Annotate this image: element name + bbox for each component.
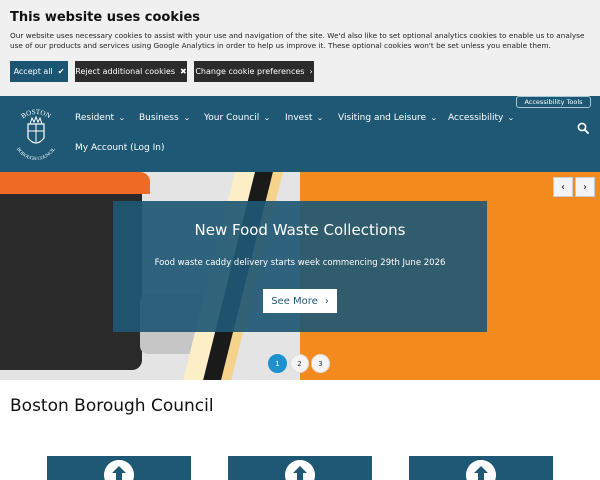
service-tile[interactable] [228,456,372,480]
service-tile[interactable] [47,456,191,480]
carousel-dot-2[interactable]: 2 [290,354,309,373]
hero-caption-box: New Food Waste Collections Food waste ca… [113,201,487,332]
see-more-button[interactable]: See More › [263,289,337,313]
nav-item-your-council[interactable]: Your Council ⌄ [204,111,271,125]
chevron-right-icon: › [583,181,587,193]
nav-item-business[interactable]: Business ⌄ [139,111,190,125]
reject-cookies-button[interactable]: Reject additional cookies ✖ [75,61,187,82]
arrow-up-circle-icon [466,460,496,480]
nav-item-invest[interactable]: Invest ⌄ [285,111,325,125]
council-logo[interactable]: BOSTON BOROUGH COUNCIL [10,106,62,164]
logo-text-bottom: BOROUGH COUNCIL [15,147,57,162]
close-circle-icon: ✖ [180,67,187,76]
cookie-title: This website uses cookies [10,10,201,25]
carousel-next-button[interactable]: › [575,177,595,197]
cookie-text: Our website uses necessary cookies to as… [10,31,585,50]
service-tile[interactable] [409,456,553,480]
nav-item-label: Your Council [204,113,260,123]
my-account-link[interactable]: My Account (Log In) [75,143,164,153]
chevron-down-icon: ⌄ [316,114,325,122]
arrow-up-circle-icon [285,460,315,480]
chevron-down-icon: ⌄ [430,114,438,122]
accept-all-label: Accept all [13,67,53,76]
reject-cookies-label: Reject additional cookies [75,67,176,76]
caddy-lid-image [0,172,150,194]
cookie-banner: This website uses cookies Our website us… [0,0,600,96]
arrow-up-circle-icon [104,460,134,480]
nav-item-label: Visiting and Leisure [338,113,427,123]
chevron-down-icon: ⌄ [182,114,191,122]
hero-subtitle: Food waste caddy delivery starts week co… [154,258,446,268]
page-title: Boston Borough Council [10,396,214,416]
nav-item-label: Business [139,113,179,123]
chevron-down-icon: ⌄ [118,114,126,122]
change-cookie-preferences-label: Change cookie preferences [195,67,305,76]
site-header: BOSTON BOROUGH COUNCIL Accessibility Too… [0,96,600,172]
carousel-dot-1[interactable]: 1 [268,354,287,373]
nav-item-label: Invest [285,113,313,123]
see-more-label: See More [271,295,318,307]
carousel-dot-3[interactable]: 3 [311,354,330,373]
checkmark-icon: ✔ [57,67,65,76]
nav-item-resident[interactable]: Resident ⌄ [75,111,126,125]
chevron-down-icon: ⌄ [263,114,271,122]
carousel-prev-button[interactable]: ‹ [553,177,573,197]
nav-item-label: Resident [75,113,115,123]
chevron-right-icon: › [324,295,329,307]
nav-item-label: Accessibility [448,113,504,123]
hero-title: New Food Waste Collections [194,221,406,239]
change-cookie-preferences-button[interactable]: Change cookie preferences › [194,61,314,82]
nav-item-accessibility[interactable]: Accessibility ⌄ [448,111,516,125]
nav-item-visiting-and-leisure[interactable]: Visiting and Leisure ⌄ [338,111,438,125]
chevron-down-icon: ⌄ [507,114,516,122]
hero-carousel: New Food Waste Collections Food waste ca… [0,172,600,380]
chevron-left-icon: ‹ [561,181,565,193]
search-icon[interactable] [577,122,589,134]
chevron-right-icon: › [309,67,313,76]
accessibility-tools-button[interactable]: Accessibility Tools [516,96,591,108]
logo-text-top: BOSTON [20,108,52,120]
accept-all-button[interactable]: Accept all ✔ [10,61,68,82]
